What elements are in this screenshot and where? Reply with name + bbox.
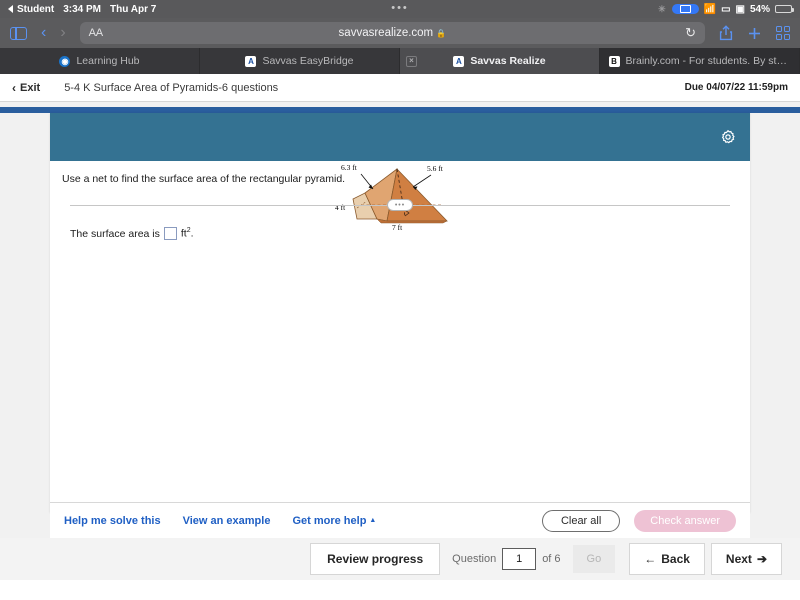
get-more-help-label: Get more help [292, 514, 367, 527]
browser-tab-learning-hub[interactable]: ◉ Learning Hub [0, 48, 200, 74]
due-date: Due 04/07/22 11:59pm [684, 82, 788, 93]
back-button[interactable]: ← Back [629, 543, 705, 575]
caret-up-icon: ▲ [369, 517, 377, 524]
close-tab-icon[interactable]: × [406, 55, 417, 67]
figure-label-slant-right: 5.6 ft [427, 164, 443, 173]
learning-hub-favicon-icon: ◉ [59, 55, 71, 67]
arrow-right-icon: ➔ [756, 552, 767, 566]
tab-label: Savvas EasyBridge [262, 55, 354, 67]
savvas-favicon-icon: A [453, 55, 465, 67]
figure-label-slant-left: 6.3 ft [341, 163, 357, 172]
question-total-label: of 6 [542, 553, 561, 565]
question-label: Question [452, 553, 497, 565]
answer-input[interactable] [163, 227, 177, 240]
go-button[interactable]: Go [572, 545, 616, 573]
clear-all-button[interactable]: Clear all [541, 509, 621, 532]
browser-tab-savvas-realize[interactable]: × A Savvas Realize [400, 48, 600, 74]
assignment-title: 5-4 K Surface Area of Pyramids-6 questio… [64, 81, 279, 94]
brainly-favicon-icon: B [608, 55, 620, 67]
address-bar[interactable]: AA savvasrealize.com 🔒 ↻ [79, 22, 705, 44]
check-answer-button[interactable]: Check answer [634, 509, 736, 532]
help-toolbar: Help me solve this View an example Get m… [50, 502, 750, 538]
answer-unit-label: ft2. [180, 227, 194, 240]
back-icon[interactable]: ‹ [41, 25, 46, 41]
battery-icon [775, 5, 794, 13]
help-me-solve-this-link[interactable]: Help me solve this [64, 515, 161, 527]
bluetooth-icon: ▣ [735, 3, 745, 15]
url-text: savvasrealize.com 🔒 [338, 27, 447, 39]
tab-label: Learning Hub [76, 55, 140, 67]
loading-spinner-icon: ✳ [658, 3, 667, 14]
status-center-dots: ••• [391, 2, 409, 14]
question-number-input[interactable] [502, 548, 537, 570]
review-progress-button[interactable]: Review progress [310, 543, 441, 575]
browser-tab-bar: ◉ Learning Hub A Savvas EasyBridge × A S… [0, 48, 800, 74]
back-label: Back [661, 552, 690, 566]
tab-label: Savvas Realize [470, 55, 546, 67]
question-toolbar [50, 113, 750, 161]
exit-label: Exit [20, 81, 41, 94]
next-label: Next [725, 552, 752, 566]
savvas-favicon-icon: A [245, 55, 257, 67]
arrow-left-icon: ← [644, 552, 657, 566]
browser-tab-savvas-easybridge[interactable]: A Savvas EasyBridge [200, 48, 400, 74]
answer-prefix-label: The surface area is [70, 227, 160, 240]
wifi-icon: 📶 [703, 3, 717, 15]
browser-tab-brainly[interactable]: B Brainly.com - For students. By stu... [600, 48, 800, 74]
chevron-left-icon: ‹ [12, 80, 16, 95]
get-more-help-link[interactable]: Get more help ▲ [292, 515, 376, 527]
tab-label: Brainly.com - For students. By stu... [625, 55, 791, 67]
new-tab-icon[interactable] [747, 26, 762, 41]
back-to-app-icon[interactable] [8, 5, 13, 13]
assignment-header: ‹ Exit 5-4 K Surface Area of Pyramids-6 … [0, 74, 800, 102]
question-page: Use a net to find the surface area of th… [0, 102, 800, 538]
lock-icon: 🔒 [436, 29, 447, 38]
exit-button[interactable]: ‹ Exit [12, 81, 40, 95]
battery-percent: 54% [749, 3, 770, 15]
question-card: Use a net to find the surface area of th… [50, 113, 750, 513]
airplay-icon: ▭ [721, 3, 731, 15]
next-button[interactable]: Next ➔ [710, 543, 782, 575]
question-body: Use a net to find the surface area of th… [50, 161, 750, 240]
figure-label-length: 7 ft [392, 223, 403, 232]
question-navigation-bar: Review progress Question of 6 Go ← Back … [0, 538, 800, 580]
browser-toolbar: ‹ › AA savvasrealize.com 🔒 ↻ [0, 18, 800, 48]
gear-icon[interactable] [720, 129, 736, 145]
question-divider: ••• [62, 199, 738, 211]
screen-mirroring-icon[interactable] [671, 4, 699, 14]
share-icon[interactable] [719, 25, 733, 41]
view-an-example-link[interactable]: View an example [183, 515, 271, 527]
drag-grip-handle[interactable]: ••• [387, 199, 413, 211]
back-to-app-label[interactable]: Student [17, 4, 54, 15]
question-number-group: Question of 6 [452, 548, 561, 570]
sidebar-toggle-icon[interactable] [10, 26, 27, 40]
status-date: Thu Apr 7 [110, 3, 157, 15]
tab-overview-icon[interactable] [776, 26, 790, 40]
status-time: 3:34 PM [63, 3, 102, 15]
forward-icon[interactable]: › [60, 25, 65, 41]
